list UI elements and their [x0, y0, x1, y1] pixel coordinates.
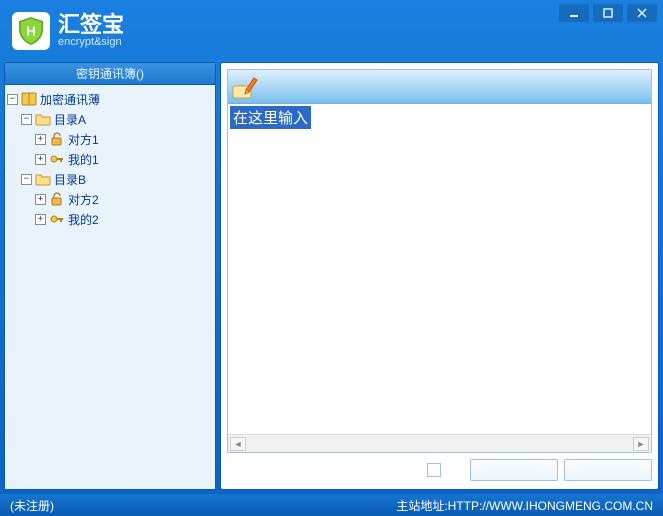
titlebar: H 汇签宝 encrypt&sign: [0, 0, 663, 62]
tree-mine-2[interactable]: + 我的2: [7, 209, 213, 229]
status-left: (未注册): [10, 497, 54, 514]
editor-toolbar: [228, 70, 651, 104]
svg-text:H: H: [26, 24, 35, 39]
expand-icon[interactable]: +: [35, 214, 46, 225]
tree-label: 加密通讯薄: [40, 91, 100, 108]
app-window: H 汇签宝 encrypt&sign 密钥通讯簿() − 加密通讯薄: [0, 0, 663, 516]
sidebar: 密钥通讯簿() − 加密通讯薄 − 目录A + 对方1: [4, 62, 216, 490]
folder-open-icon: [35, 112, 51, 126]
editor-placeholder: 在这里输入: [230, 106, 311, 129]
lock-open-icon: [49, 192, 65, 206]
shield-icon: H: [16, 16, 46, 46]
sidebar-header: 密钥通讯簿(): [5, 63, 215, 85]
statusbar: (未注册) 主站地址:HTTP://WWW.IHONGMENG.COM.CN: [0, 494, 663, 516]
tree[interactable]: − 加密通讯薄 − 目录A + 对方1: [5, 85, 215, 489]
status-right[interactable]: 主站地址:HTTP://WWW.IHONGMENG.COM.CN: [396, 497, 653, 514]
button-1[interactable]: [470, 459, 558, 481]
tree-mine-1[interactable]: + 我的1: [7, 149, 213, 169]
book-icon: [21, 92, 37, 106]
collapse-icon[interactable]: −: [21, 174, 32, 185]
app-subtitle: encrypt&sign: [58, 36, 124, 48]
app-logo: H: [12, 12, 50, 50]
tree-label: 我的1: [68, 151, 99, 168]
button-2[interactable]: [564, 459, 652, 481]
tree-label: 我的2: [68, 211, 99, 228]
tree-label: 目录B: [54, 171, 86, 188]
tree-label: 目录A: [54, 111, 86, 128]
tree-label: 对方1: [68, 131, 99, 148]
app-title: 汇签宝: [58, 14, 124, 36]
window-controls: [559, 4, 657, 22]
expand-icon[interactable]: +: [35, 194, 46, 205]
key-icon: [49, 212, 65, 226]
folder-open-icon: [35, 172, 51, 186]
body-area: 密钥通讯簿() − 加密通讯薄 − 目录A + 对方1: [0, 62, 663, 494]
tree-peer-2[interactable]: + 对方2: [7, 189, 213, 209]
expand-icon[interactable]: +: [35, 154, 46, 165]
main-panel: 在这里输入 ◄ ►: [220, 62, 659, 490]
checkbox[interactable]: [427, 463, 441, 477]
collapse-icon[interactable]: −: [21, 114, 32, 125]
button-row: [227, 457, 652, 483]
edit-icon: [232, 74, 258, 100]
horizontal-scrollbar[interactable]: ◄ ►: [228, 434, 651, 452]
lock-open-icon: [49, 132, 65, 146]
tree-label: 对方2: [68, 191, 99, 208]
tree-dir-b[interactable]: − 目录B: [7, 169, 213, 189]
close-button[interactable]: [627, 4, 657, 22]
maximize-button[interactable]: [593, 4, 623, 22]
tree-root[interactable]: − 加密通讯薄: [7, 89, 213, 109]
expand-icon[interactable]: +: [35, 134, 46, 145]
scroll-left-icon[interactable]: ◄: [230, 437, 246, 451]
key-icon: [49, 152, 65, 166]
collapse-icon[interactable]: −: [7, 94, 18, 105]
tree-dir-a[interactable]: − 目录A: [7, 109, 213, 129]
tree-peer-1[interactable]: + 对方1: [7, 129, 213, 149]
scroll-right-icon[interactable]: ►: [633, 437, 649, 451]
title-block: 汇签宝 encrypt&sign: [58, 14, 124, 48]
editor-box: 在这里输入 ◄ ►: [227, 69, 652, 453]
editor-content[interactable]: 在这里输入: [228, 104, 651, 434]
minimize-button[interactable]: [559, 4, 589, 22]
